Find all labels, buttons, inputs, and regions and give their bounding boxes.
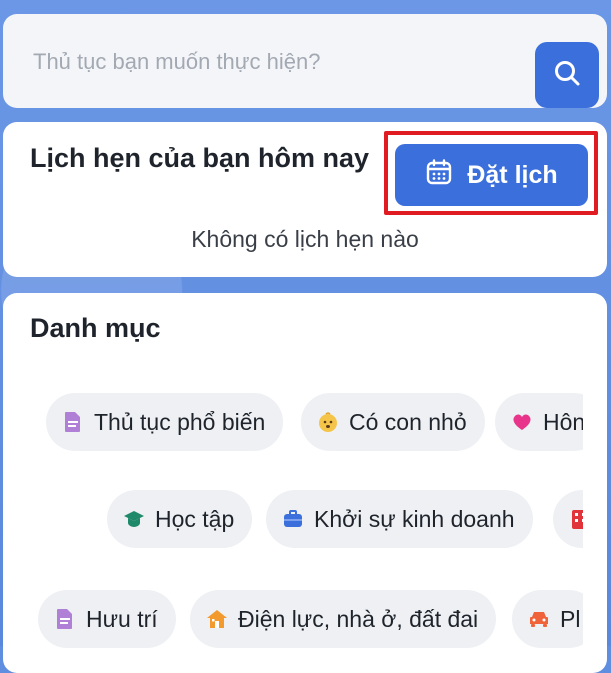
category-chip-start-business[interactable]: Khởi sự kinh doanh bbox=[266, 490, 533, 548]
car-icon bbox=[528, 608, 550, 630]
category-chip-electricity-housing-land[interactable]: Điện lực, nhà ở, đất đai bbox=[190, 590, 497, 648]
category-chip-marriage[interactable]: Hôn bbox=[495, 393, 583, 451]
briefcase-icon bbox=[282, 508, 304, 530]
search-bar bbox=[3, 14, 607, 108]
category-row: Thủ tục phổ biến Có con nhỏ Hôn bbox=[3, 393, 583, 453]
highlight-frame: Đặt lịch bbox=[384, 131, 598, 215]
book-appointment-button[interactable]: Đặt lịch bbox=[395, 144, 588, 206]
category-chip-education[interactable]: Học tập bbox=[107, 490, 253, 548]
appointments-title: Lịch hẹn của bạn hôm nay bbox=[30, 143, 370, 173]
house-icon bbox=[206, 608, 228, 630]
category-chip-retirement[interactable]: Hưu trí bbox=[38, 590, 176, 648]
empty-appointments-text: Không có lịch hẹn nào bbox=[191, 226, 419, 252]
category-chip-popular[interactable]: Thủ tục phổ biến bbox=[46, 393, 284, 451]
document-icon bbox=[54, 608, 76, 630]
appointments-card: Lịch hẹn của bạn hôm nay Đặt lịch Không … bbox=[3, 122, 607, 277]
book-appointment-label: Đặt lịch bbox=[467, 160, 558, 189]
categories-title: Danh mục bbox=[30, 313, 161, 343]
search-icon bbox=[552, 58, 582, 93]
baby-face-icon bbox=[317, 411, 339, 433]
categories-card: Danh mục Thủ tục phổ biến Có con nhỏ Hôn bbox=[3, 293, 607, 673]
search-button[interactable] bbox=[535, 42, 599, 108]
search-input[interactable] bbox=[31, 44, 515, 80]
category-row: Học tập Khởi sự kinh doanh bbox=[3, 490, 583, 550]
category-chip-young-children[interactable]: Có con nhỏ bbox=[301, 393, 485, 451]
category-chip-vehicle[interactable]: Pl bbox=[512, 590, 583, 648]
calendar-icon bbox=[425, 158, 453, 193]
building-icon bbox=[569, 508, 583, 530]
document-icon bbox=[62, 411, 84, 433]
category-row: Hưu trí Điện lực, nhà ở, đất đai Pl bbox=[3, 590, 583, 650]
heart-icon bbox=[511, 411, 533, 433]
category-chip-building[interactable] bbox=[553, 490, 583, 548]
graduation-cap-icon bbox=[123, 508, 145, 530]
